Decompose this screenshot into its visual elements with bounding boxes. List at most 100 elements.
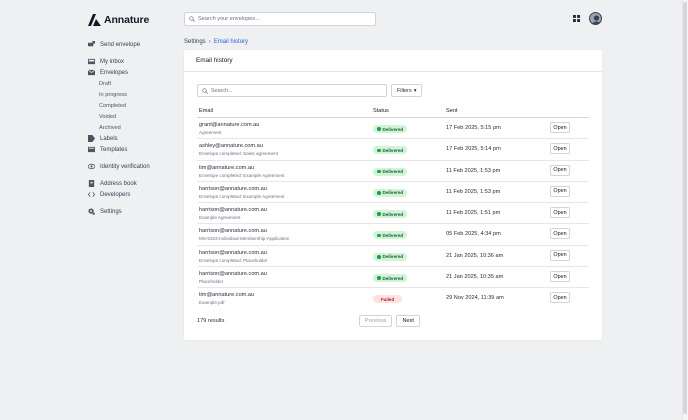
- apps-grid-icon[interactable]: [573, 15, 580, 22]
- row-sent: 21 Jan 2025, 10:36 am: [446, 252, 504, 259]
- row-sent: 21 Jan 2025, 10:35 am: [446, 274, 504, 281]
- global-search-input[interactable]: [198, 16, 368, 22]
- sidebar-item-labels[interactable]: Labels: [88, 135, 118, 142]
- sidebar-item-my-inbox[interactable]: My inbox: [88, 58, 124, 65]
- sidebar-item-label: Envelopes: [100, 69, 129, 76]
- status-dot-icon: [377, 191, 381, 195]
- row-sent: 11 Feb 2025, 1:51 pm: [446, 210, 501, 217]
- previous-button[interactable]: Previous: [358, 315, 393, 327]
- global-search[interactable]: [184, 12, 376, 26]
- column-sent: Sent: [446, 108, 458, 114]
- sidebar-item-templates[interactable]: Templates: [88, 146, 127, 153]
- status-dot-icon: [377, 148, 381, 153]
- status-dot-icon: [377, 212, 381, 216]
- table-row: harrison@annature.com.au Example Agreeme…: [197, 203, 589, 225]
- row-subject: Envelope completed: Example Agreement: [199, 193, 285, 199]
- card-title: Email history: [184, 50, 602, 72]
- status-badge: Delivered: [373, 188, 408, 197]
- brand-logo[interactable]: Annature: [88, 14, 149, 26]
- breadcrumb-settings[interactable]: Settings: [184, 39, 206, 45]
- row-subject: Envelope completed: Example Agreement: [199, 172, 285, 178]
- sidebar-subitem-completed[interactable]: Completed: [99, 103, 126, 109]
- filters-button[interactable]: Filters ▾: [391, 84, 423, 97]
- address-book-icon: [88, 180, 95, 187]
- row-subject: Example Agreement: [199, 215, 241, 221]
- status-text: Delivered: [382, 169, 404, 175]
- row-sent: 11 Feb 2025, 1:53 pm: [446, 188, 501, 195]
- status-dot-icon: [377, 233, 381, 238]
- row-sent: 17 Feb 2025, 5:14 pm: [446, 146, 501, 153]
- table-row: harrison@annature.com.au Envelope comple…: [197, 182, 589, 204]
- open-button[interactable]: Open: [550, 249, 570, 261]
- sidebar-subitem-draft[interactable]: Draft: [99, 81, 111, 87]
- sidebar-item-label: Templates: [100, 146, 128, 153]
- row-email: harrison@annature.com.au: [199, 207, 267, 214]
- email-history-card: Email history Filters ▾ Email Status Sen…: [184, 50, 602, 340]
- row-sent: 29 Nov 2024, 11:39 am: [446, 295, 504, 302]
- sidebar-item-developers[interactable]: Developers: [88, 191, 130, 198]
- breadcrumb-current[interactable]: Email history: [214, 39, 248, 45]
- sidebar-subitem-in-progress[interactable]: In progress: [99, 92, 127, 98]
- row-subject: MS-5323-Individual-Membership-Applicatio…: [199, 236, 290, 242]
- eye-icon: [88, 163, 95, 170]
- filters-label: Filters: [397, 87, 412, 94]
- status-text: Delivered: [382, 211, 404, 217]
- table-header: Email Status Sent: [197, 106, 589, 118]
- open-button[interactable]: Open: [550, 143, 570, 155]
- email-search[interactable]: [197, 84, 387, 97]
- open-button[interactable]: Open: [550, 207, 570, 219]
- sidebar-item-envelopes[interactable]: Envelopes: [88, 69, 128, 76]
- table-row: ashley@annature.com.au Envelope complete…: [197, 139, 589, 161]
- results-count: 179 results: [197, 318, 225, 324]
- sidebar-item-send-envelope[interactable]: Send envelope: [88, 41, 140, 48]
- page-scrollbar-thumb[interactable]: [683, 2, 687, 414]
- breadcrumb: Settings › Email history: [184, 39, 248, 45]
- sidebar-item-label: Labels: [100, 135, 118, 142]
- status-badge: Delivered: [373, 231, 408, 240]
- row-email: harrison@annature.com.au: [199, 185, 267, 192]
- sidebar-item-label: Settings: [100, 208, 122, 215]
- status-dot-icon: [377, 276, 381, 280]
- status-text: Delivered: [382, 254, 404, 260]
- row-subject: Placeholder: [199, 279, 224, 285]
- sidebar-item-address-book[interactable]: Address book: [88, 180, 137, 187]
- status-badge: Delivered: [373, 252, 408, 261]
- sidebar-subitem-voided[interactable]: Voided: [99, 114, 116, 120]
- open-button[interactable]: Open: [550, 292, 570, 304]
- templates-icon: [88, 146, 95, 153]
- tag-icon: [88, 135, 95, 142]
- row-email: tim@annature.com.au: [199, 164, 255, 171]
- open-button[interactable]: Open: [550, 228, 570, 240]
- status-dot-icon: [377, 169, 381, 174]
- page-scrollbar[interactable]: [682, 0, 688, 420]
- status-badge: Delivered: [373, 125, 408, 133]
- row-subject: Envelope completed: Placeholder: [199, 257, 268, 263]
- search-icon: [189, 16, 195, 22]
- email-search-input[interactable]: [211, 87, 381, 94]
- filter-row: Filters ▾: [197, 84, 423, 97]
- status-text: Delivered: [382, 190, 404, 196]
- status-badge: Delivered: [373, 274, 408, 283]
- next-button[interactable]: Next: [396, 315, 420, 327]
- email-table: Email Status Sent grant@annature.com.au …: [197, 106, 589, 310]
- row-subject: Agreement: [199, 130, 222, 135]
- brand-name: Annature: [104, 14, 150, 26]
- open-button[interactable]: Open: [550, 122, 570, 133]
- row-email: grant@annature.com.au: [199, 122, 260, 128]
- status-text: Failed: [381, 296, 395, 302]
- row-subject: Envelope completed: Sales agreement: [199, 151, 278, 157]
- sidebar-item-identity-verification[interactable]: Identity verification: [88, 163, 150, 170]
- open-button[interactable]: Open: [550, 185, 570, 197]
- user-avatar[interactable]: [589, 12, 602, 25]
- sidebar-item-settings[interactable]: Settings: [88, 208, 122, 215]
- user-icon: [592, 15, 601, 24]
- table-row: harrison@annature.com.au Envelope comple…: [197, 246, 589, 268]
- status-dot-icon: [377, 127, 381, 131]
- code-icon: [88, 191, 95, 198]
- open-button[interactable]: Open: [550, 271, 570, 283]
- open-button[interactable]: Open: [550, 164, 570, 176]
- column-email: Email: [199, 108, 213, 114]
- sidebar-subitem-archived[interactable]: Archived: [99, 125, 121, 131]
- row-sent: 05 Feb 2025, 4:34 pm: [446, 231, 501, 238]
- table-row: grant@annature.com.au Agreement Delivere…: [197, 118, 589, 140]
